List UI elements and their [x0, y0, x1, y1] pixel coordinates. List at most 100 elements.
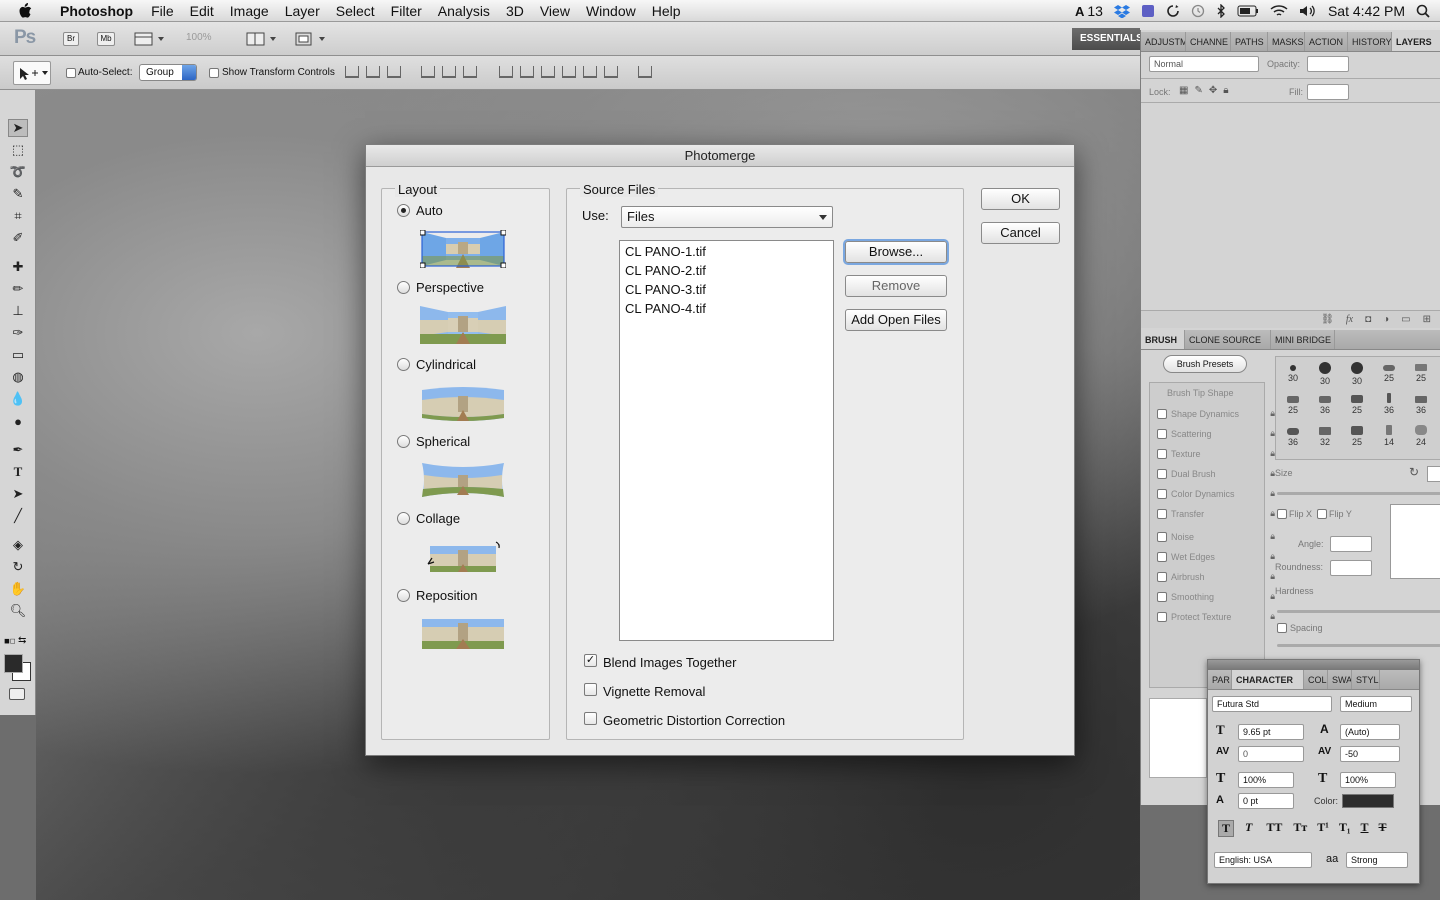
hand-tool-icon[interactable]: ✋ — [8, 580, 28, 598]
sync-icon[interactable] — [1166, 4, 1180, 18]
align-right-icon[interactable] — [463, 66, 477, 78]
cylindrical-layout-thumbnail-icon[interactable] — [420, 384, 506, 422]
healing-brush-tool-icon[interactable]: ✚ — [8, 258, 28, 276]
brush-option[interactable]: Dual Brush 🔒︎ — [1157, 468, 1275, 479]
brush-tip[interactable]: 30 — [1310, 359, 1340, 389]
tab-actions[interactable]: ACTION — [1305, 32, 1348, 51]
all-caps-button[interactable]: TT — [1263, 820, 1285, 837]
remove-button[interactable]: Remove — [845, 275, 947, 297]
brush-option[interactable]: Airbrush 🔒︎ — [1157, 571, 1275, 582]
quick-select-tool-icon[interactable]: ✎ — [8, 185, 28, 203]
menu-app[interactable]: Photoshop — [52, 3, 143, 19]
zoom-level[interactable]: 100% — [186, 32, 212, 43]
underline-button[interactable]: T — [1359, 820, 1371, 837]
new-layer-icon[interactable]: ⊞ — [1423, 314, 1431, 325]
vertical-scale-field[interactable]: 100% — [1238, 772, 1294, 788]
size-field[interactable] — [1427, 466, 1440, 482]
menu-window[interactable]: Window — [578, 3, 644, 19]
tab-mini-bridge[interactable]: MINI BRIDGE — [1271, 330, 1335, 349]
menu-help[interactable]: Help — [644, 3, 689, 19]
brush-tip[interactable]: 24 — [1406, 423, 1436, 453]
layout-auto-radio[interactable] — [397, 204, 410, 217]
menu-analysis[interactable]: Analysis — [430, 3, 498, 19]
faux-italic-button[interactable]: T — [1240, 820, 1257, 837]
layout-collage-radio[interactable] — [397, 512, 410, 525]
brush-option[interactable]: Shape Dynamics 🔒︎ — [1157, 408, 1275, 419]
dodge-tool-icon[interactable]: ● — [8, 412, 28, 430]
brush-tip[interactable]: 30 — [1278, 359, 1308, 389]
transform-controls-checkbox[interactable] — [209, 68, 219, 78]
angle-field[interactable] — [1330, 536, 1372, 552]
leading-field[interactable]: (Auto) — [1340, 724, 1400, 740]
history-brush-tool-icon[interactable]: ✑ — [8, 324, 28, 342]
battery-icon[interactable] — [1237, 5, 1259, 17]
tab-brush[interactable]: BRUSH — [1141, 330, 1185, 349]
link-layers-icon[interactable]: ⛓ — [1321, 314, 1334, 325]
layout-auto-label[interactable]: Auto — [416, 203, 443, 218]
superscript-button[interactable]: T¹ — [1315, 820, 1331, 837]
clock[interactable]: Sat 4:42 PM — [1328, 3, 1405, 19]
foreground-color-swatch[interactable] — [4, 654, 23, 673]
eraser-tool-icon[interactable]: ▭ — [8, 346, 28, 364]
mini-bridge-button[interactable]: Mb — [97, 32, 115, 46]
brush-tip[interactable]: 25 — [1342, 391, 1372, 421]
new-group-icon[interactable]: ▭ — [1401, 314, 1410, 325]
eyedropper-tool-icon[interactable]: ✐ — [8, 229, 28, 247]
menu-file[interactable]: File — [143, 3, 182, 19]
layout-reposition-label[interactable]: Reposition — [416, 588, 477, 603]
brush-option[interactable]: Color Dynamics 🔒︎ — [1157, 488, 1275, 499]
pen-tool-icon[interactable]: ✒ — [8, 441, 28, 459]
tab-swatches[interactable]: SWA — [1328, 670, 1352, 689]
brush-tip[interactable]: 36 — [1310, 391, 1340, 421]
lock-icon[interactable]: 🔒︎ — [1270, 531, 1275, 542]
menu-edit[interactable]: Edit — [182, 3, 222, 19]
font-size-field[interactable]: 9.65 pt — [1238, 724, 1304, 740]
3d-rotate-tool-icon[interactable]: ◈ — [8, 536, 28, 554]
bluetooth-icon[interactable] — [1216, 4, 1226, 18]
list-item[interactable]: CL PANO-2.tif — [620, 261, 833, 280]
align-bottom-icon[interactable] — [387, 66, 401, 78]
brush-tip[interactable]: 25 — [1278, 391, 1308, 421]
default-colors-icon[interactable]: ◼◻ — [4, 637, 16, 645]
zoom-tool-icon[interactable]: 🔍︎ — [8, 602, 28, 620]
layout-collage-label[interactable]: Collage — [416, 511, 460, 526]
brush-tip[interactable]: 14 — [1374, 423, 1404, 453]
font-family-select[interactable]: Futura Std — [1212, 696, 1332, 712]
cancel-button[interactable]: Cancel — [981, 222, 1060, 244]
brush-tip[interactable]: 36 — [1406, 391, 1436, 421]
tab-clone-source[interactable]: CLONE SOURCE — [1185, 330, 1271, 349]
distribute-hcenter-icon[interactable] — [583, 66, 597, 78]
lock-icon[interactable]: 🔒︎ — [1270, 551, 1275, 562]
distribute-top-icon[interactable] — [499, 66, 513, 78]
apple-icon[interactable] — [18, 2, 42, 19]
lock-icon[interactable]: 🔒︎ — [1270, 508, 1275, 519]
brush-tip[interactable]: 25 — [1374, 359, 1404, 389]
auto-select-dropdown[interactable]: Group — [139, 64, 197, 81]
list-item[interactable]: CL PANO-1.tif — [620, 242, 833, 261]
align-vcenter-icon[interactable] — [366, 66, 380, 78]
perspective-layout-thumbnail-icon[interactable] — [420, 306, 506, 344]
align-hcenter-icon[interactable] — [442, 66, 456, 78]
wifi-icon[interactable] — [1270, 4, 1288, 18]
hardness-slider[interactable] — [1277, 610, 1440, 613]
auto-select-checkbox[interactable] — [66, 68, 76, 78]
distribute-right-icon[interactable] — [604, 66, 618, 78]
adjustment-layer-icon[interactable]: ◑ — [1383, 314, 1389, 325]
type-tool-icon[interactable]: T — [8, 463, 28, 481]
brush-presets-button[interactable]: Brush Presets — [1163, 355, 1247, 373]
layout-perspective-radio[interactable] — [397, 281, 410, 294]
workspace-switcher[interactable]: ESSENTIALS — [1072, 28, 1140, 50]
menu-layer[interactable]: Layer — [277, 3, 328, 19]
layout-cylindrical-label[interactable]: Cylindrical — [416, 357, 476, 372]
flip-x-checkbox[interactable] — [1277, 509, 1287, 519]
geometric-distortion-checkbox[interactable] — [584, 712, 597, 725]
lock-icon[interactable]: 🔒︎ — [1270, 488, 1275, 499]
menu-select[interactable]: Select — [328, 3, 383, 19]
tab-styles[interactable]: STYL — [1352, 670, 1380, 689]
blend-images-checkbox[interactable]: ✓ — [584, 654, 597, 667]
tab-paragraph[interactable]: PAR — [1208, 670, 1232, 689]
use-select[interactable]: Files — [621, 206, 833, 228]
brush-option[interactable]: Transfer 🔒︎ — [1157, 508, 1275, 519]
distribute-vcenter-icon[interactable] — [520, 66, 534, 78]
geometric-distortion-label[interactable]: Geometric Distortion Correction — [603, 713, 785, 728]
